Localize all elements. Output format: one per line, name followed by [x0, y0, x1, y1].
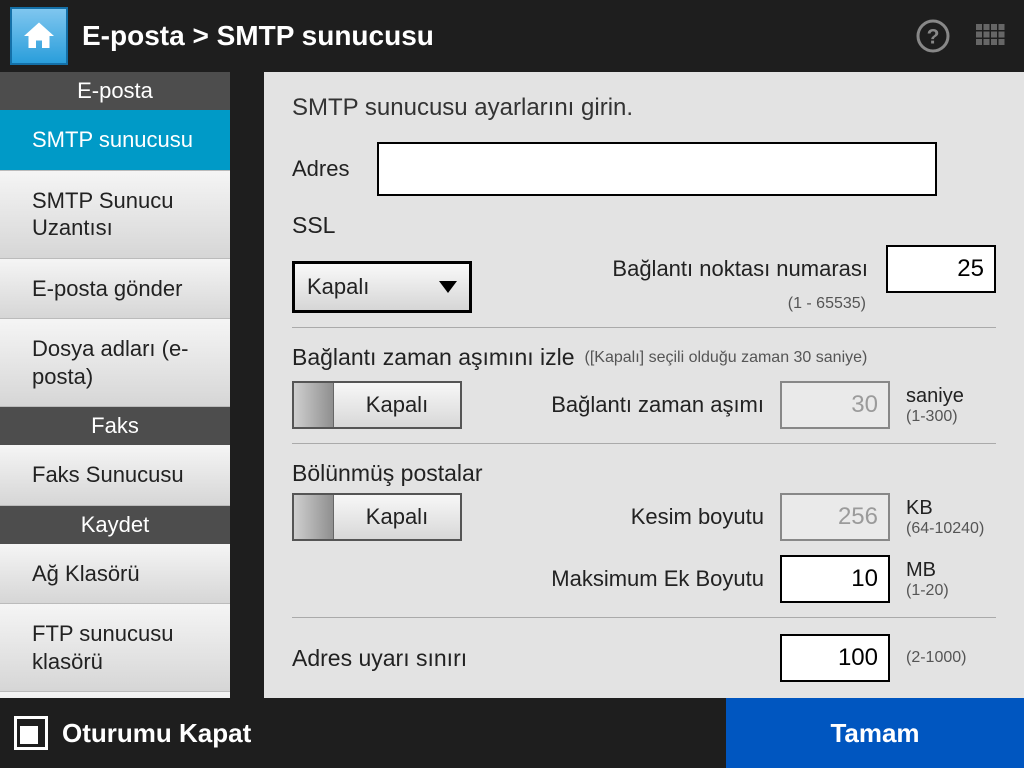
timeout-label: Bağlantı zaman aşımı	[551, 392, 764, 418]
addrlimit-label: Adres uyarı sınırı	[292, 645, 467, 672]
sidebar-item-filenames[interactable]: Dosya adları	[0, 692, 230, 698]
sidebar-item-fax-server[interactable]: Faks Sunucusu	[0, 445, 230, 506]
segment-label: Kesim boyutu	[631, 504, 764, 530]
port-range: (1 - 65535)	[788, 295, 866, 313]
maxatt-label: Maksimum Ek Boyutu	[551, 566, 764, 592]
sidebar-item-send-email[interactable]: E-posta gönder	[0, 259, 230, 320]
split-state: Kapalı	[334, 495, 460, 539]
help-icon: ?	[915, 18, 951, 54]
content-panel: SMTP sunucusu ayarlarını girin. Adres SS…	[264, 72, 1024, 698]
timeout-watch-label: Bağlantı zaman aşımını izle	[292, 344, 575, 371]
svg-text:?: ?	[927, 26, 940, 49]
timeout-watch-hint: ([Kapalı] seçili olduğu zaman 30 saniye)	[585, 349, 868, 367]
timeout-watch-state: Kapalı	[334, 383, 460, 427]
sidebar-header-fax: Faks	[0, 407, 230, 445]
ok-label: Tamam	[830, 718, 919, 749]
segment-range: (64-10240)	[906, 520, 996, 538]
help-button[interactable]: ?	[910, 13, 956, 59]
logout-label: Oturumu Kapat	[62, 718, 251, 749]
home-icon	[21, 18, 57, 54]
sidebar: E-posta SMTP sunucusu SMTP Sunucu Uzantı…	[0, 72, 230, 698]
bottom-bar: Oturumu Kapat Tamam	[0, 698, 1024, 768]
chevron-down-icon	[439, 281, 457, 293]
toggle-knob	[294, 495, 334, 539]
address-input[interactable]	[377, 142, 937, 196]
logout-button[interactable]: Oturumu Kapat	[0, 698, 726, 768]
split-label: Bölünmüş postalar	[292, 460, 996, 487]
timeout-input	[780, 381, 890, 429]
maxatt-unit: MB	[906, 559, 996, 582]
breadcrumb: E-posta > SMTP sunucusu	[82, 20, 910, 52]
maxatt-range: (1-20)	[906, 582, 996, 600]
sidebar-item-ftp-folder[interactable]: FTP sunucusu klasörü	[0, 604, 230, 692]
sidebar-item-filenames-email[interactable]: Dosya adları (e-posta)	[0, 319, 230, 407]
sidebar-header-email: E-posta	[0, 72, 230, 110]
toggle-knob	[294, 383, 334, 427]
address-label: Adres	[292, 156, 349, 182]
ssl-value: Kapalı	[307, 274, 369, 300]
maxatt-input[interactable]	[780, 555, 890, 603]
sidebar-item-smtp-server[interactable]: SMTP sunucusu	[0, 110, 230, 171]
timeout-range: (1-300)	[906, 408, 996, 426]
keyboard-icon	[973, 18, 1009, 54]
home-button[interactable]	[10, 7, 68, 65]
split-toggle[interactable]: Kapalı	[292, 493, 462, 541]
page-intro: SMTP sunucusu ayarlarını girin.	[292, 94, 996, 122]
timeout-unit: saniye	[906, 385, 996, 408]
top-bar: E-posta > SMTP sunucusu ?	[0, 0, 1024, 72]
addrlimit-range: (2-1000)	[906, 649, 996, 667]
ssl-dropdown[interactable]: Kapalı	[292, 261, 472, 313]
addrlimit-input[interactable]	[780, 634, 890, 682]
keyboard-button[interactable]	[968, 13, 1014, 59]
segment-input	[780, 493, 890, 541]
sidebar-item-smtp-extension[interactable]: SMTP Sunucu Uzantısı	[0, 171, 230, 259]
timeout-watch-toggle[interactable]: Kapalı	[292, 381, 462, 429]
logout-icon	[14, 716, 48, 750]
ssl-label: SSL	[292, 212, 996, 239]
segment-unit: KB	[906, 497, 996, 520]
port-input[interactable]	[886, 245, 996, 293]
port-label: Bağlantı noktası numarası	[612, 256, 868, 282]
ok-button[interactable]: Tamam	[726, 698, 1024, 768]
sidebar-header-save: Kaydet	[0, 506, 230, 544]
sidebar-item-network-folder[interactable]: Ağ Klasörü	[0, 544, 230, 605]
